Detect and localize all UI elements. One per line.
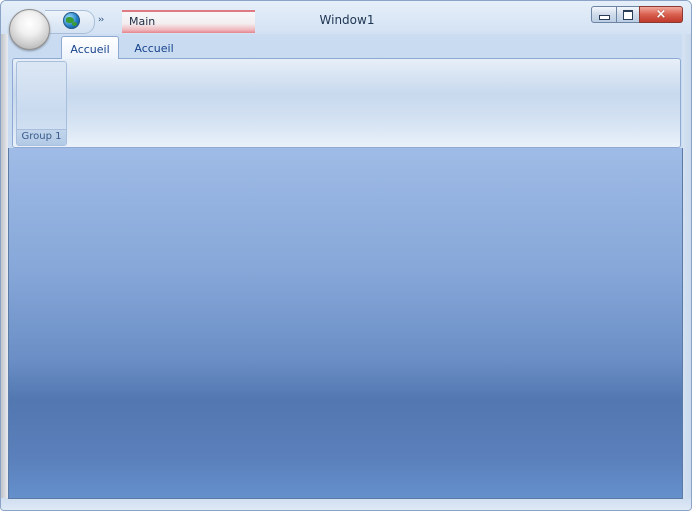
ribbon-tab-strip: Accueil Accueil [1,34,691,59]
globe-icon[interactable] [63,12,80,29]
contextual-tab-group-main: Main [122,10,255,33]
application-menu-button[interactable] [9,9,50,50]
window-frame-right [682,34,691,504]
minimize-button[interactable] [591,6,617,23]
tab-accueil-2[interactable]: Accueil [127,36,181,59]
ribbon-group-label-bar[interactable]: Group 1 [17,129,66,145]
close-icon: × [655,7,667,22]
ribbon-panel: Group 1 [12,58,681,148]
title-bar[interactable]: ›› Main Window1 × [1,1,691,34]
window-frame-left [1,34,8,504]
ribbon-group-1: Group 1 [16,61,67,146]
minimize-icon [598,15,610,20]
maximize-button[interactable] [616,6,640,23]
window-frame-bottom [1,498,691,510]
quick-access-customize-button[interactable]: ›› [98,15,104,25]
ribbon-group-label: Group 1 [21,131,62,142]
application-window: ›› Main Window1 × Accueil Accueil Group … [0,0,692,511]
close-button[interactable]: × [639,6,683,23]
contextual-tab-group-label: Main [129,15,156,28]
main-content-area[interactable] [8,148,683,499]
tab-accueil[interactable]: Accueil [61,36,119,59]
window-title: Window1 [319,13,375,27]
maximize-icon [623,9,633,20]
